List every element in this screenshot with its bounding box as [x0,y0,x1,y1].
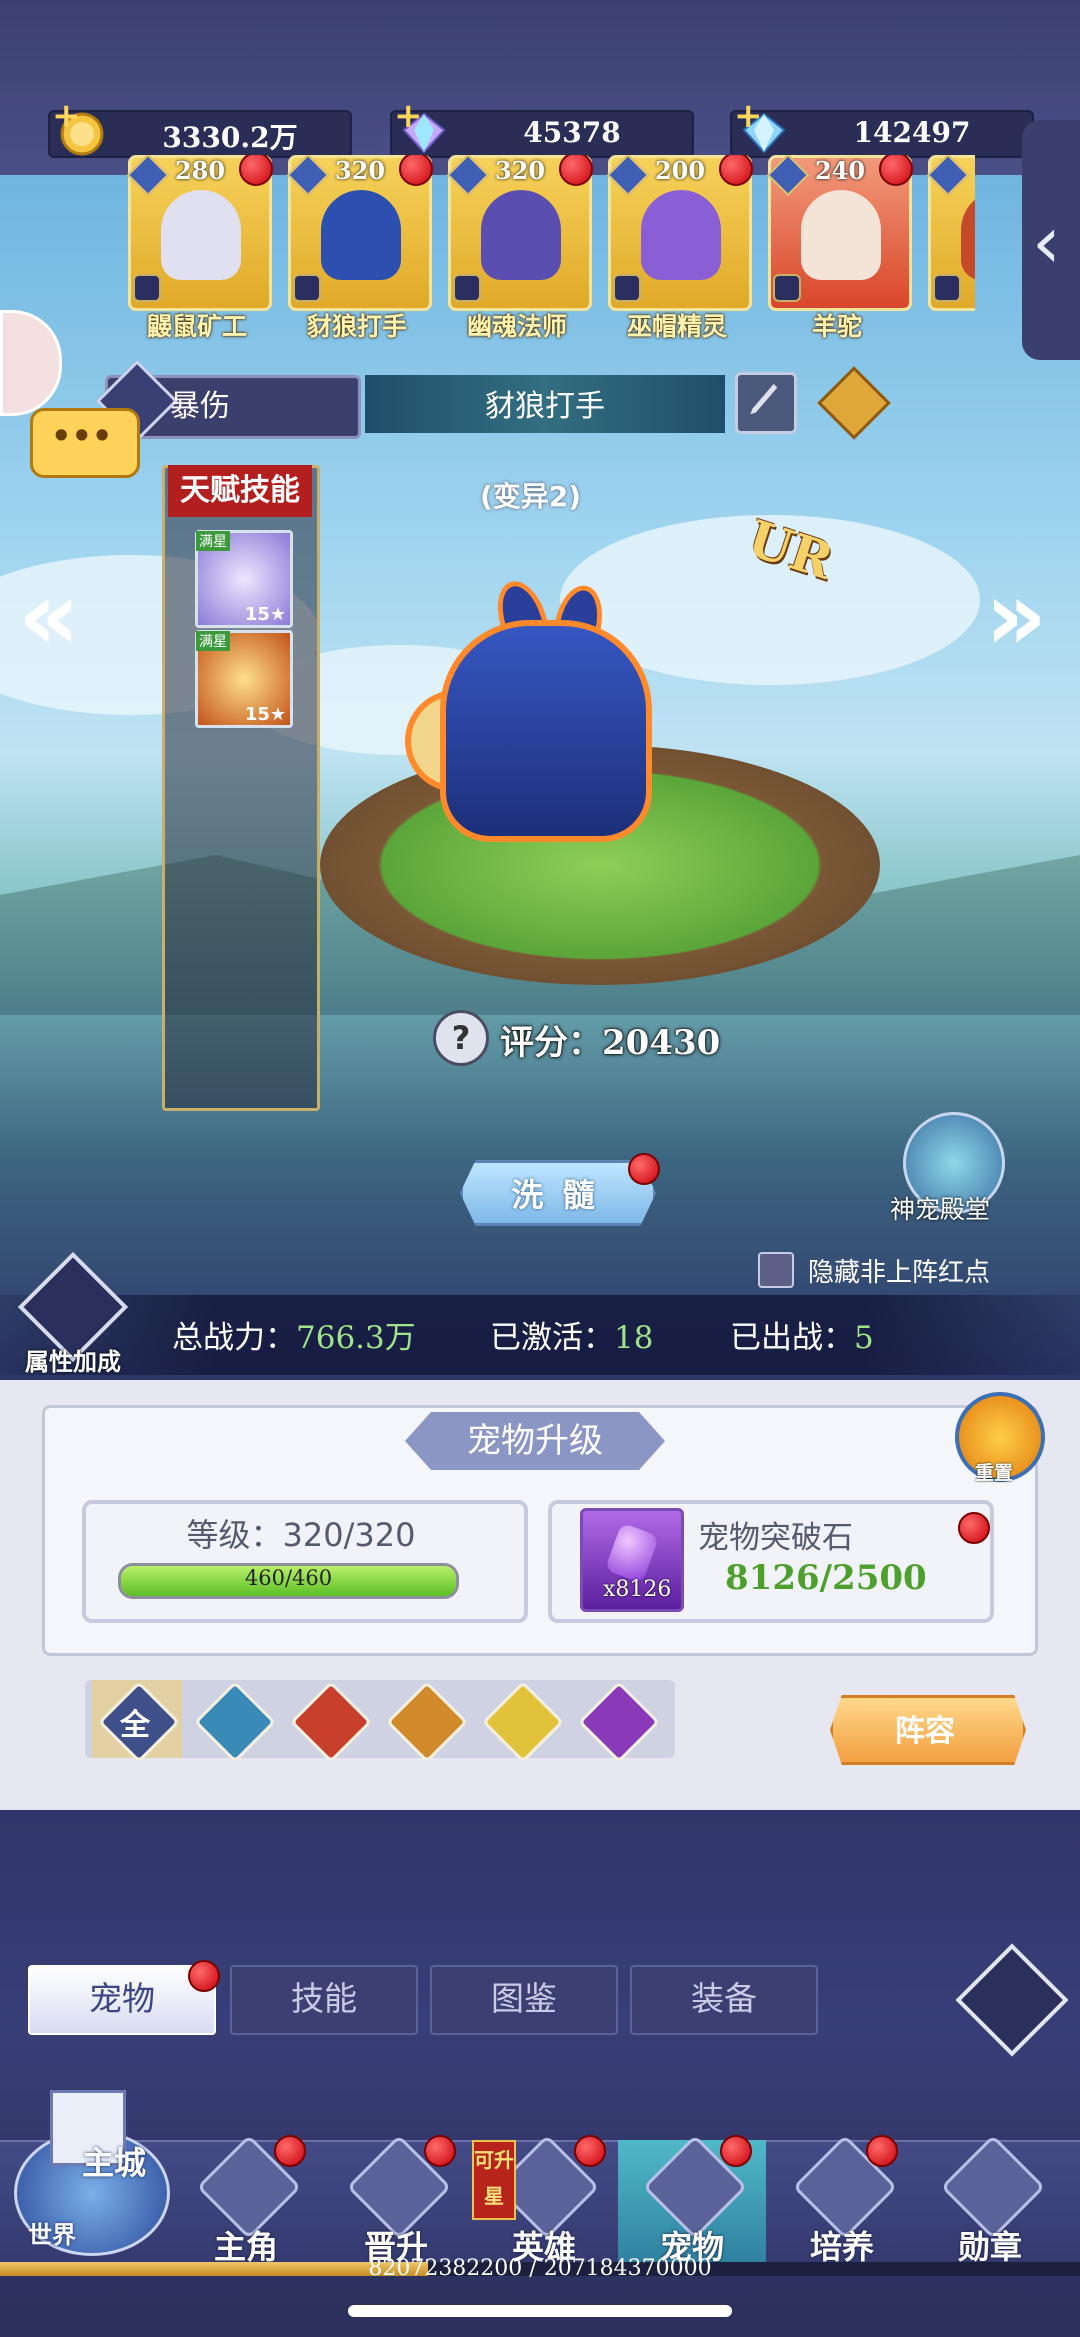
activated-stat: 已激活：18 [490,1312,653,1357]
stat-value: 18 [614,1320,654,1356]
gold-value: 3330.2万 [162,121,298,154]
feather-pen-icon [750,383,778,415]
pet-card-row: 280鼹鼠矿工320豺狼打手320幽魂法师200巫帽精灵240羊驼蛮 [120,155,975,345]
chevron-left-icon: ‹ [1032,200,1061,284]
nav-medals[interactable]: 勋章 [916,2134,1064,2268]
stat-value: 5 [854,1320,874,1356]
exp-label: 460/460 [244,1566,333,1590]
pet-portrait [641,190,721,280]
role-icon [133,274,161,302]
pet-card[interactable]: 200 [606,155,753,311]
rainbow-diamond-value: 45378 [523,116,621,149]
subtab-equipment[interactable]: 装备 [630,1965,818,2035]
progress-label: 82072382200 / 207184370000 [368,2256,712,2281]
previous-pet-arrow-icon[interactable]: « [18,560,80,672]
max-star-tag: 满星 [196,631,230,651]
talent-skill-1[interactable]: 满星 15★ [195,530,293,628]
total-power-stat: 总战力：766.3万 [172,1312,416,1357]
add-gold-icon[interactable]: + [52,96,81,136]
stat-label: 总战力： [172,1320,296,1356]
pet-card[interactable]: 320 [446,155,593,311]
pet-name: 豺狼打手 [485,389,605,424]
pet-card-name: 巫帽精灵 [626,312,727,341]
blue-diamond-resource[interactable]: + 142497 [730,96,1034,158]
reset-label: 重置 [975,1462,1014,1484]
deployed-stat: 已出战：5 [730,1312,874,1357]
pet-card-name: 幽魂法师 [466,312,567,341]
next-pet-arrow-icon[interactable]: » [985,560,1047,672]
subtab-codex[interactable]: 图鉴 [430,1965,618,2035]
stone-count: x8126 [603,1577,672,1602]
pet-card[interactable]: 320 [286,155,433,311]
temple-label: 神宠殿堂 [890,1195,991,1224]
attribute-bonus-label: 属性加成 [25,1348,121,1376]
red-dot-icon [628,1153,660,1185]
level-label: 等级：320/320 [186,1516,416,1554]
stat-value: 766.3万 [296,1320,416,1356]
hide-red-dots-label: 隐藏非上阵红点 [808,1258,991,1288]
red-dot-icon [720,2135,752,2167]
max-star-tag: 满星 [196,531,230,551]
pet-card-name: 豺狼打手 [306,312,407,341]
role-icon [453,274,481,302]
formation-label: 阵容 [895,1714,955,1749]
red-dot-icon [424,2135,456,2167]
stat-label: 已激活： [490,1320,614,1356]
stone-amount: 8126/2500 [725,1558,927,1598]
add-blue-diamond-icon[interactable]: + [734,96,763,136]
main-city-label: 主城 [82,2144,147,2182]
world-label: 世界 [28,2221,76,2249]
pet-portrait [161,190,241,280]
pet-portrait [801,190,881,280]
side-collapse-tab[interactable]: ‹ [1022,120,1080,360]
home-indicator[interactable] [348,2305,732,2317]
blue-diamond-value: 142497 [853,116,971,149]
red-dot-icon [574,2135,606,2167]
hide-red-dots-checkbox[interactable] [758,1252,794,1288]
pet-model[interactable] [440,620,652,842]
variant-label: (变异2) [480,480,582,513]
role-icon [613,274,641,302]
red-dot-icon [866,2135,898,2167]
talent-title: 天赋技能 [168,465,312,517]
skill-level: 15★ [244,704,286,725]
rename-button[interactable] [735,372,797,434]
role-icon [933,274,961,302]
stone-name: 宠物突破石 [698,1520,853,1556]
add-rainbow-diamond-icon[interactable]: + [394,96,423,136]
role-icon [293,274,321,302]
red-dot-icon [188,1960,220,1992]
gold-resource[interactable]: + 3330.2万 [48,96,352,158]
talent-skill-2[interactable]: 满星 15★ [195,630,293,728]
pet-card-name: 羊驼 [811,312,862,341]
role-icon [773,274,801,302]
red-dot-icon [274,2135,306,2167]
resource-bar: + 3330.2万 + 45378 + 142497 [0,0,1080,175]
skill-type-label: 暴伤 [170,389,230,424]
pet-card[interactable]: 280 [126,155,273,311]
rainbow-diamond-resource[interactable]: + 45378 [390,96,694,158]
pet-portrait [961,190,975,280]
upgradable-star-badge: 可升星 [472,2140,516,2220]
pet-card[interactable] [926,155,975,311]
pet-portrait [321,190,401,280]
stat-label: 已出战： [730,1320,854,1356]
chat-bubble-icon[interactable]: ••• [30,408,140,478]
filter-all-label: 全 [120,1708,150,1743]
pet-portrait [481,190,561,280]
pet-card[interactable]: 240 [766,155,913,311]
upgrade-title: 宠物升级 [405,1412,665,1470]
subtab-skill[interactable]: 技能 [230,1965,418,2035]
red-dot-icon [958,1512,990,1544]
help-icon[interactable]: ? [433,1010,489,1066]
skill-level: 15★ [244,604,286,625]
pet-score: 评分：20430 [500,1023,721,1063]
pet-card-name: 蛮 [927,307,975,343]
wash-marrow-label: 洗 髓 [511,1176,599,1214]
element-badge-icon [926,155,970,197]
pet-card-name: 鼹鼠矿工 [146,312,247,341]
